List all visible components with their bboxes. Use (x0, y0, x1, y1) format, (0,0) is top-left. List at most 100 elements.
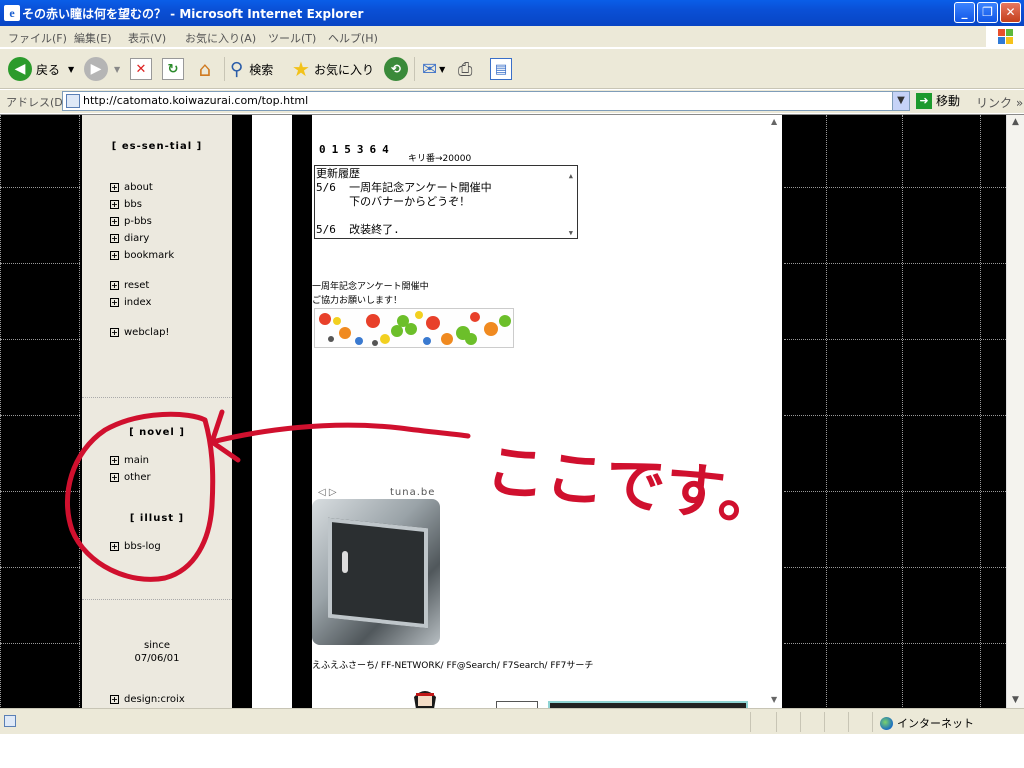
plus-icon: + (110, 695, 119, 704)
nav-bbs[interactable]: + bbs (110, 199, 142, 210)
back-dropdown-icon[interactable]: ▼ (68, 65, 74, 74)
tuna-label[interactable]: tuna.be (390, 487, 435, 498)
address-input[interactable]: http://catomato.koiwazurai.com/top.html … (62, 91, 910, 111)
scroll-down-icon[interactable]: ▼ (569, 226, 573, 240)
scroll-down-icon[interactable]: ▼ (1012, 695, 1019, 705)
back-button[interactable]: ◀ 戻る ▼ (8, 55, 74, 83)
frame-scrollbar[interactable]: ▲ ▼ (768, 115, 782, 708)
printer-icon: ⎙ (458, 58, 473, 80)
history-icon: ⟲ (384, 57, 408, 81)
menu-tools[interactable]: ツール(T) (268, 30, 316, 46)
nav-about[interactable]: + about (110, 182, 153, 193)
small-banner[interactable] (496, 701, 538, 708)
go-button[interactable]: ➜ 移動 (916, 92, 960, 109)
favorites-button[interactable]: ★ お気に入り (292, 55, 374, 83)
ie-icon: e (4, 5, 20, 21)
address-bar: アドレス(D) http://catomato.koiwazurai.com/t… (0, 90, 1024, 113)
scroll-down-icon[interactable]: ▼ (771, 695, 777, 704)
menu-favorites[interactable]: お気に入り(A) (185, 30, 256, 46)
history-button[interactable]: ⟲ (384, 55, 408, 83)
nav-bbs-log-label[interactable]: bbs-log (124, 541, 161, 552)
forward-dropdown-icon[interactable]: ▼ (114, 65, 120, 74)
toolbar: ◀ 戻る ▼ ▶ ▼ ✕ ↻ ⌂ ⚲ 検索 ★ お気に入り ⟲ ✉ ▼ ⎙ ▤ (0, 49, 1024, 89)
mail-button[interactable]: ✉ ▼ (422, 55, 445, 83)
nav-reset[interactable]: + reset (110, 280, 149, 291)
character-avatar-icon (414, 691, 436, 708)
menu-bar: ファイル(F) 編集(E) 表示(V) お気に入り(A) ツール(T) ヘルプ(… (0, 26, 1024, 48)
go-label: 移動 (936, 94, 961, 108)
maximize-button[interactable]: ❐ (977, 2, 998, 23)
novel-title: [ novel ] (129, 427, 185, 438)
forward-button[interactable]: ▶ ▼ (84, 55, 120, 83)
nav-p-bbs[interactable]: + p-bbs (110, 216, 152, 227)
forward-arrow-icon: ▶ (84, 57, 108, 81)
security-zone: インターネット (880, 715, 974, 731)
menu-view[interactable]: 表示(V) (128, 30, 166, 46)
nav-novel-other-label[interactable]: other (124, 472, 151, 483)
nav-webclap-label[interactable]: webclap! (124, 327, 169, 338)
tuna-nav-arrows[interactable]: ◁ ▷ (318, 487, 337, 498)
nav-design-label[interactable]: design:croix (124, 694, 185, 705)
nav-novel-main-label[interactable]: main (124, 455, 149, 466)
windows-logo (986, 26, 1024, 48)
scroll-up-icon[interactable]: ▲ (771, 117, 777, 126)
nav-reset-label[interactable]: reset (124, 280, 149, 291)
plus-icon: + (110, 281, 119, 290)
search-label: 検索 (249, 62, 274, 77)
access-counter: 015364 (319, 143, 395, 156)
links-label: リンク (976, 96, 1013, 110)
nav-index[interactable]: + index (110, 297, 151, 308)
nav-diary-label[interactable]: diary (124, 233, 149, 244)
zone-label: インターネット (897, 717, 974, 730)
nav-bbs-label[interactable]: bbs (124, 199, 142, 210)
print-button[interactable]: ⎙ (458, 55, 472, 83)
refresh-icon: ↻ (162, 58, 184, 80)
minimize-button[interactable]: _ (954, 2, 975, 23)
nav-bookmark-label[interactable]: bookmark (124, 250, 174, 261)
edit-button[interactable]: ▤ (490, 55, 512, 83)
nav-about-label[interactable]: about (124, 182, 153, 193)
globe-icon (880, 716, 893, 730)
plus-icon: + (110, 234, 119, 243)
address-url[interactable]: http://catomato.koiwazurai.com/top.html (83, 94, 308, 107)
stop-button[interactable]: ✕ (130, 55, 152, 83)
tuna-photo[interactable] (312, 499, 440, 645)
links-button[interactable]: リンク » (976, 94, 1023, 111)
window-scrollbar[interactable]: ▲ ▼ (1006, 115, 1024, 708)
news-line: 5/6 改装終了. (316, 223, 400, 236)
page-viewport[interactable]: [ es-sen-tial ] + about + bbs + p-bbs + diar… (0, 114, 1024, 708)
plus-icon: + (110, 298, 119, 307)
survey-banner[interactable] (314, 308, 514, 348)
nav-diary[interactable]: + diary (110, 233, 149, 244)
nav-bookmark[interactable]: + bookmark (110, 250, 174, 261)
plus-icon: + (110, 251, 119, 260)
menu-help[interactable]: ヘルプ(H) (328, 30, 378, 46)
nav-design[interactable]: + design:croix (110, 694, 185, 705)
teal-banner[interactable] (548, 701, 748, 708)
nav-index-label[interactable]: index (124, 297, 151, 308)
scroll-up-icon[interactable]: ▲ (569, 169, 573, 183)
mail-dropdown-icon[interactable]: ▼ (439, 65, 445, 74)
nav-novel-main[interactable]: + main (110, 455, 149, 466)
plus-icon: + (110, 200, 119, 209)
left-navigation: [ es-sen-tial ] + about + bbs + p-bbs + diar… (82, 115, 232, 708)
update-history-box[interactable]: 更新履歴 5/6 一周年記念アンケート開催中 下のバナーからどうぞ！ 5/6 改… (314, 165, 578, 239)
nav-bbs-log[interactable]: + bbs-log (110, 541, 161, 552)
menu-edit[interactable]: 編集(E) (74, 30, 112, 46)
close-button[interactable]: ✕ (1000, 2, 1021, 23)
refresh-button[interactable]: ↻ (162, 55, 184, 83)
announce-line-2: ご協力お願いします！ (312, 296, 403, 306)
news-line: 5/6 一周年記念アンケート開催中 (316, 181, 492, 194)
scroll-up-icon[interactable]: ▲ (1012, 117, 1019, 127)
stop-icon: ✕ (130, 58, 152, 80)
nav-novel-other[interactable]: + other (110, 472, 151, 483)
title-bar: e その赤い瞳は何を望むの？ - Microsoft Internet Expl… (0, 0, 1024, 26)
search-button[interactable]: ⚲ 検索 (230, 55, 273, 83)
address-dropdown-icon[interactable]: ▼ (892, 92, 909, 110)
nav-p-bbs-label[interactable]: p-bbs (124, 216, 152, 227)
flower-clover-banner-image (319, 311, 511, 346)
menu-file[interactable]: ファイル(F) (8, 30, 67, 46)
home-button[interactable]: ⌂ (194, 55, 216, 83)
search-links[interactable]: えふえふさーち/ FF-NETWORK/ FF@Search/ F7Search… (312, 658, 593, 671)
nav-webclap[interactable]: + webclap! (110, 327, 169, 338)
